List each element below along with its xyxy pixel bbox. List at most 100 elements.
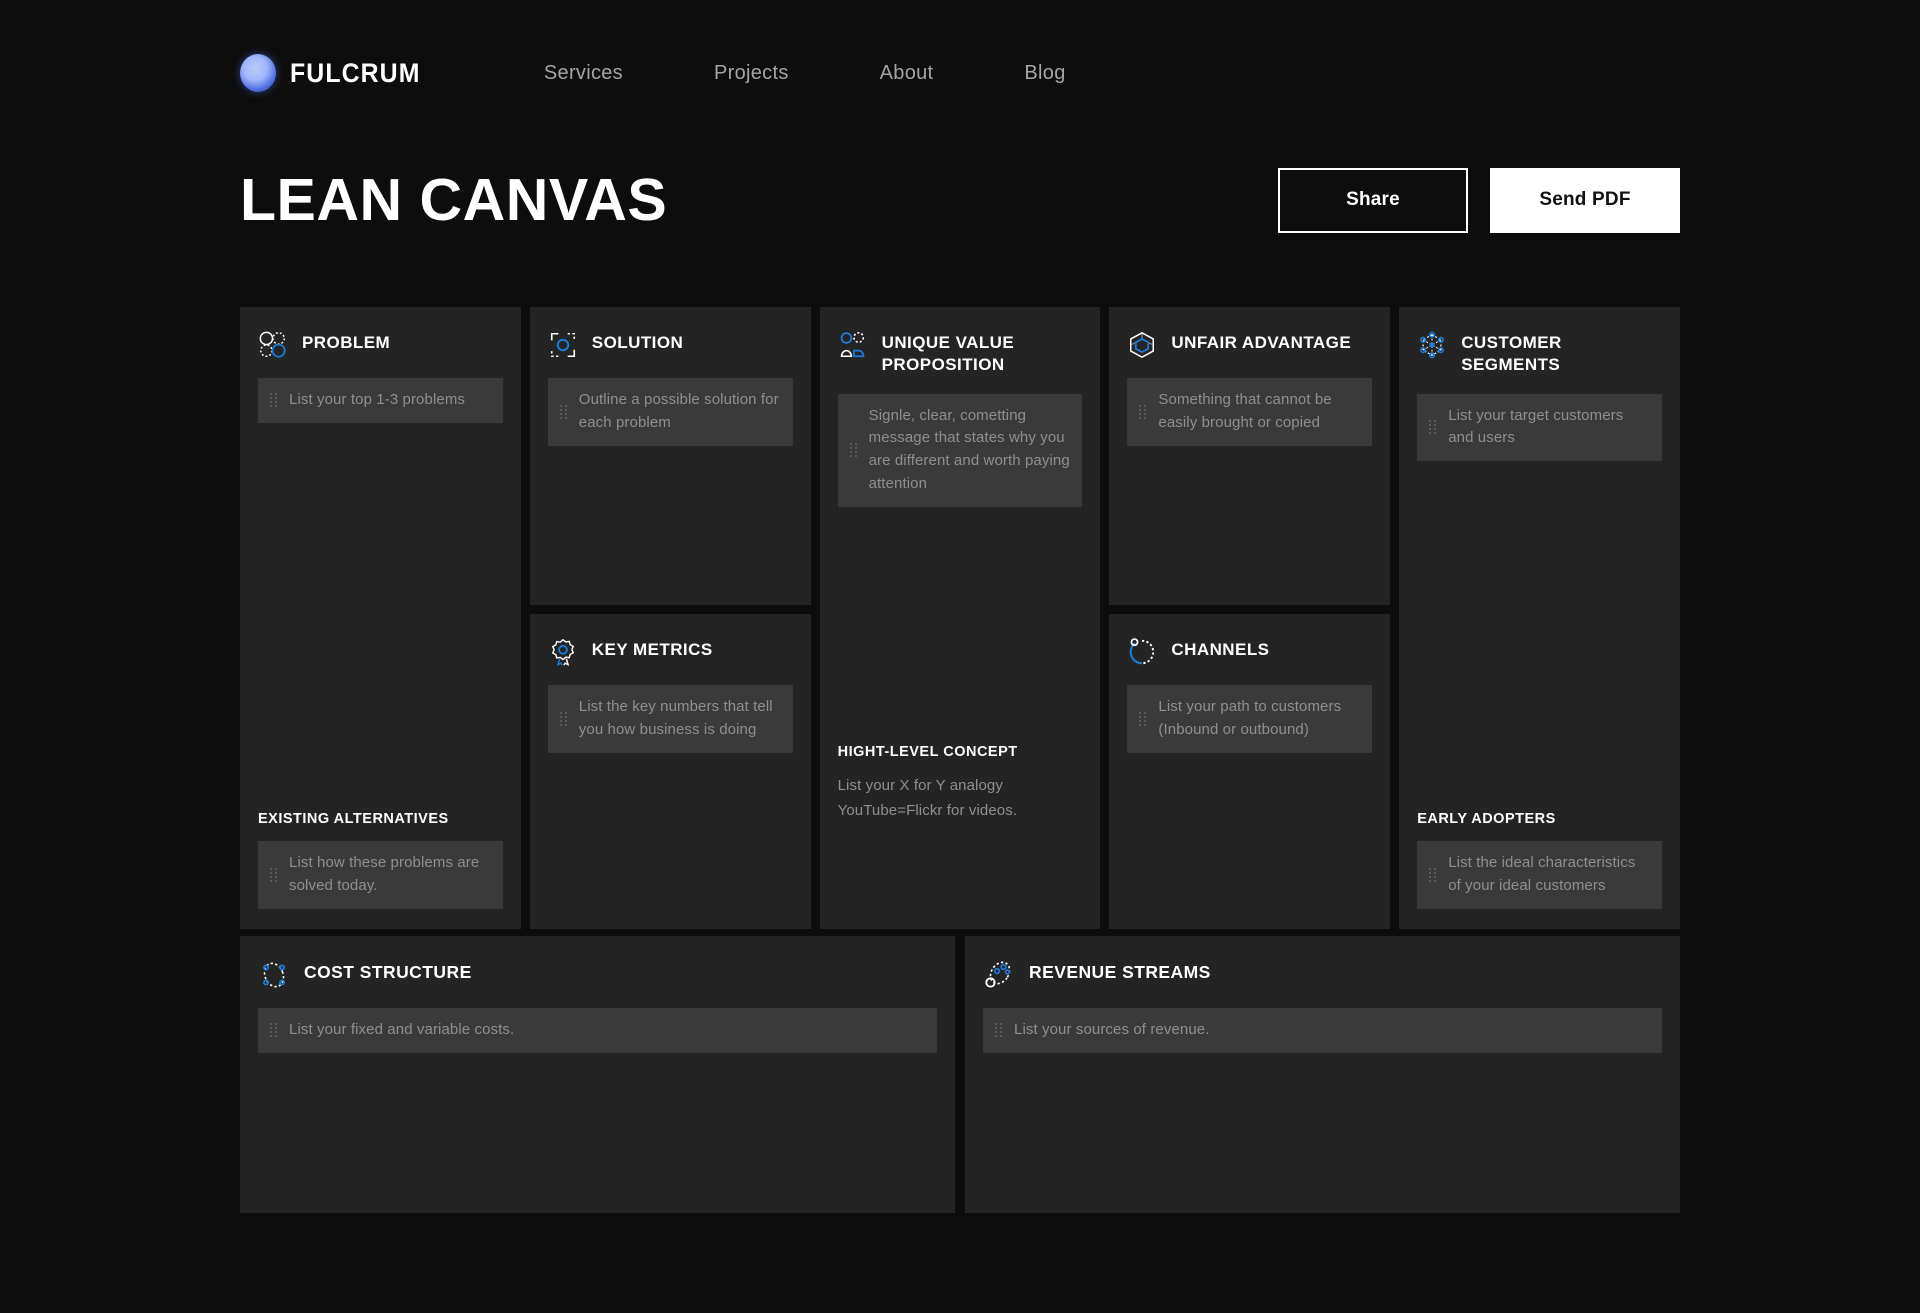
card-title: CUSTOMER SEGMENTS (1461, 333, 1562, 374)
focus-target-icon (550, 332, 575, 358)
unfair-advantage-input[interactable]: Something that cannot be easily brought … (1127, 378, 1373, 446)
drag-handle-icon[interactable] (849, 443, 858, 458)
dotted-ellipse-nodes-icon (263, 962, 285, 988)
card-header: REVENUE STREAMS (983, 958, 1662, 991)
key-metrics-input[interactable]: List the key numbers that tell you how b… (547, 685, 793, 753)
card-title: COST STRUCTURE (304, 962, 472, 982)
brand[interactable]: FULCRUM (240, 54, 432, 92)
solution-input[interactable]: Outline a possible solution for each pro… (547, 378, 793, 446)
drag-handle-icon[interactable] (1139, 404, 1147, 419)
revenue-streams-input[interactable]: List your sources of revenue. (983, 1008, 1662, 1053)
card-problem[interactable]: PROBLEM List your top 1-3 problems EXIST… (240, 307, 521, 929)
card-header: COST STRUCTURE (258, 958, 937, 991)
column-customer-segments: CUSTOMER SEGMENTS List your target custo… (1399, 307, 1680, 929)
card-header: UNFAIR ADVANTAGE (1127, 329, 1372, 360)
card-key-metrics[interactable]: KEY METRICS List the key numbers that te… (529, 614, 811, 929)
card-solution[interactable]: SOLUTION Outline a possible solution for… (529, 307, 811, 605)
uvp-placeholder: Signle, clear, cometting message that st… (868, 406, 1070, 492)
high-level-concept-title: HIGHT-LEVEL CONCEPT (837, 744, 1018, 761)
column-problem: PROBLEM List your top 1-3 problems EXIST… (240, 307, 521, 929)
sphere-logo-icon (240, 54, 276, 92)
bottom-gap (838, 823, 1083, 909)
column-unfair-advantage: UNFAIR ADVANTAGE Something that cannot b… (1109, 307, 1391, 929)
nav-links: Services Projects About Blog (542, 56, 1068, 91)
drag-handle-icon[interactable] (1429, 420, 1437, 435)
problem-input[interactable]: List your top 1-3 problems (258, 378, 503, 423)
card-header: PROBLEM (258, 329, 503, 360)
customer-segments-placeholder: List your target customers and users (1448, 406, 1624, 447)
key-metrics-placeholder: List the key numbers that tell you how b… (578, 698, 773, 738)
nav-item-projects[interactable]: Projects (712, 56, 791, 91)
page-title: LEAN CANVAS (240, 166, 668, 233)
award-badge-icon (551, 638, 574, 667)
card-unique-value-proposition[interactable]: UNIQUE VALUE PROPOSITION Signle, clear, … (819, 307, 1101, 929)
cost-structure-placeholder: List your fixed and variable costs. (289, 1021, 515, 1038)
drag-handle-icon[interactable] (559, 404, 568, 419)
card-title: REVENUE STREAMS (1029, 962, 1211, 982)
nav-item-services[interactable]: Services (542, 56, 625, 91)
cube-icon (1130, 331, 1155, 359)
high-level-concept-line-2: YouTube=Flickr for videos. (837, 801, 1018, 819)
header-actions: Share Send PDF (1278, 167, 1680, 233)
revenue-streams-placeholder: List your sources of revenue. (1014, 1021, 1210, 1038)
network-nodes-icon (1420, 331, 1445, 359)
persons-shapes-icon (840, 332, 864, 358)
circular-arrow-icon (1130, 638, 1155, 665)
card-revenue-streams[interactable]: REVENUE STREAMS List your sources of rev… (965, 936, 1680, 1213)
card-cost-structure[interactable]: COST STRUCTURE List your fixed and varia… (240, 936, 955, 1213)
existing-alternatives-input[interactable]: List how these problems are solved today… (258, 841, 503, 909)
drag-handle-icon[interactable] (270, 868, 278, 883)
high-level-concept-line-1: List your X for Y analogy (837, 777, 1003, 795)
card-title: UNFAIR ADVANTAGE (1171, 333, 1352, 352)
card-header: KEY METRICS (548, 636, 793, 667)
bottom-row: COST STRUCTURE List your fixed and varia… (240, 936, 1680, 1213)
lean-canvas-page: FULCRUM Services Projects About Blog LEA… (0, 0, 1920, 1313)
overlapping-circles-icon (259, 331, 286, 358)
early-adopters-input[interactable]: List the ideal characteristics of your i… (1417, 841, 1662, 909)
card-title: CHANNELS (1171, 640, 1270, 659)
drag-handle-icon[interactable] (1139, 711, 1147, 726)
channels-placeholder: List your path to customers (Inbound or … (1158, 698, 1342, 738)
card-header: UNIQUE VALUE PROPOSITION (838, 329, 1083, 376)
title-row: LEAN CANVAS Share Send PDF (240, 160, 1680, 240)
card-title: KEY METRICS (591, 640, 713, 659)
drag-handle-icon[interactable] (270, 393, 278, 408)
existing-alternatives-title: EXISTING ALTERNATIVES (258, 811, 449, 828)
card-title: PROBLEM (302, 333, 391, 352)
nav-item-about[interactable]: About (878, 56, 936, 91)
unfair-advantage-placeholder: Something that cannot be easily brought … (1158, 391, 1332, 431)
nav-item-blog[interactable]: Blog (1022, 56, 1067, 91)
drag-handle-icon[interactable] (995, 1023, 1003, 1038)
cost-structure-input[interactable]: List your fixed and variable costs. (258, 1008, 937, 1053)
solution-placeholder: Outline a possible solution for each pro… (578, 391, 779, 431)
drag-handle-icon[interactable] (270, 1023, 278, 1038)
channels-input[interactable]: List your path to customers (Inbound or … (1127, 685, 1373, 753)
card-header: CHANNELS (1127, 636, 1372, 667)
problem-placeholder: List your top 1-3 problems (289, 391, 466, 408)
orbit-bubbles-icon (985, 961, 1011, 988)
card-header: CUSTOMER SEGMENTS (1417, 329, 1662, 376)
column-solution: SOLUTION Outline a possible solution for… (529, 307, 811, 929)
card-channels[interactable]: CHANNELS List your path to customers (In… (1109, 614, 1391, 929)
early-adopters-title: EARLY ADOPTERS (1417, 811, 1556, 828)
brand-name: FULCRUM (290, 57, 421, 88)
share-button[interactable]: Share (1278, 167, 1468, 233)
lean-canvas-grid: PROBLEM List your top 1-3 problems EXIST… (240, 307, 1680, 929)
card-title: UNIQUE VALUE PROPOSITION (881, 333, 1015, 374)
card-title: SOLUTION (591, 333, 684, 352)
uvp-input[interactable]: Signle, clear, cometting message that st… (837, 393, 1083, 507)
existing-alternatives-placeholder: List how these problems are solved today… (289, 854, 480, 895)
card-header: SOLUTION (548, 329, 793, 360)
card-customer-segments[interactable]: CUSTOMER SEGMENTS List your target custo… (1399, 307, 1680, 929)
customer-segments-input[interactable]: List your target customers and users (1417, 393, 1662, 462)
top-navbar: FULCRUM Services Projects About Blog (240, 50, 1680, 96)
drag-handle-icon[interactable] (559, 711, 568, 726)
column-unique-value-proposition: UNIQUE VALUE PROPOSITION Signle, clear, … (819, 307, 1101, 929)
drag-handle-icon[interactable] (1429, 868, 1437, 883)
card-unfair-advantage[interactable]: UNFAIR ADVANTAGE Something that cannot b… (1109, 307, 1391, 605)
send-pdf-button[interactable]: Send PDF (1490, 167, 1680, 233)
early-adopters-placeholder: List the ideal characteristics of your i… (1448, 854, 1636, 895)
